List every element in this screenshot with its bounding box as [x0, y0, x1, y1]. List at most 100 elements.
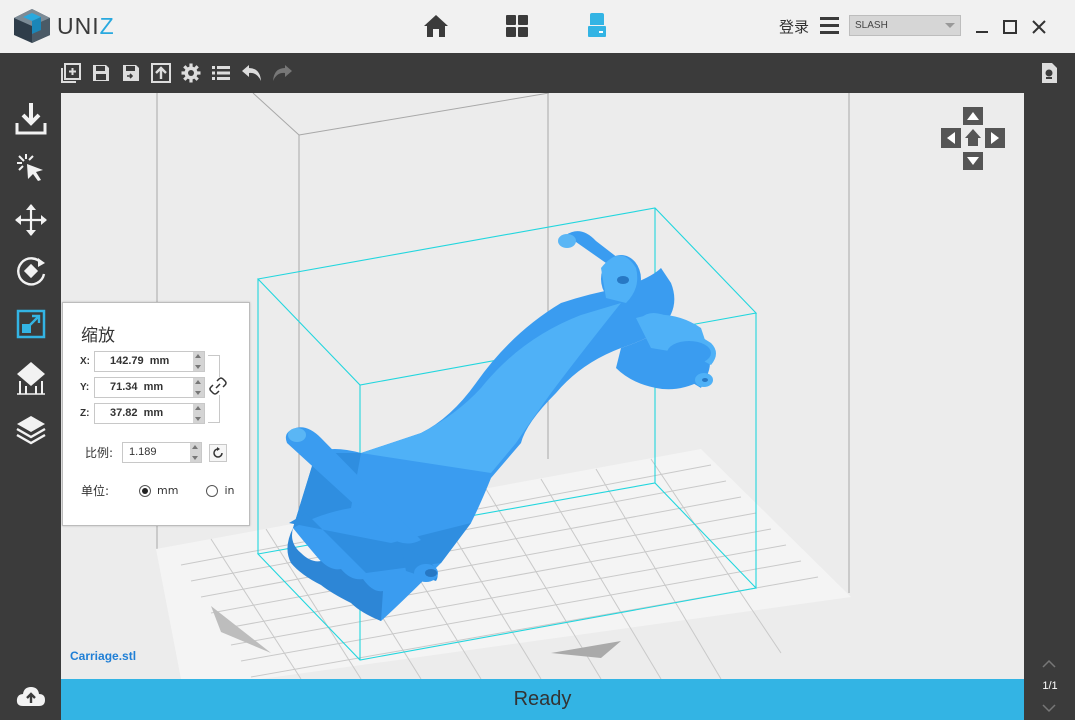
scale-y-row: Y: 71.34 mm	[80, 377, 205, 398]
scale-panel-title: 缩放	[81, 326, 115, 346]
reset-scale-button[interactable]	[209, 444, 227, 462]
printer-select-value: SLASH	[855, 20, 888, 31]
chain-link-icon	[209, 377, 227, 395]
scale-ratio-row: 比例: 1.189	[85, 442, 202, 463]
scale-x-row: X: 142.79 mm	[80, 351, 205, 372]
status-bar: Ready	[61, 679, 1024, 720]
logo-text-accent: Z	[99, 12, 115, 39]
scale-x-value: 142.79 mm	[110, 355, 170, 367]
select-button[interactable]	[12, 149, 50, 187]
file-info-icon	[1042, 63, 1057, 83]
maximize-button[interactable]	[1002, 19, 1018, 35]
scale-z-value: 37.82 mm	[110, 407, 164, 419]
move-button[interactable]	[12, 201, 50, 239]
reset-icon	[213, 447, 223, 458]
cloud-upload-icon	[16, 687, 45, 706]
status-text: Ready	[513, 688, 572, 710]
import-icon	[15, 103, 47, 135]
chevron-down-icon	[945, 23, 955, 28]
grid-icon	[506, 15, 528, 37]
import-button[interactable]	[12, 99, 50, 137]
gear-icon	[181, 63, 201, 83]
save-as-button[interactable]	[120, 62, 142, 84]
scale-ratio-value: 1.189	[129, 446, 157, 458]
unit-mm-label: mm	[157, 484, 179, 497]
cube-logo-icon	[14, 9, 50, 43]
unit-row: 单位: mm in	[81, 482, 234, 499]
unit-in-label: in	[224, 484, 235, 497]
minimize-icon	[976, 31, 988, 33]
add-file-button[interactable]	[60, 62, 82, 84]
scale-z-row: Z: 37.82 mm	[80, 403, 205, 424]
add-file-icon	[61, 63, 81, 83]
layers-icon	[16, 416, 46, 445]
chevron-up-icon[interactable]	[1042, 659, 1056, 668]
view-navigator[interactable]	[940, 106, 1006, 172]
model-list-button[interactable]	[210, 62, 232, 84]
uniz-logo: UNIZ	[12, 8, 115, 44]
model-filename: Carriage.stl	[70, 649, 137, 663]
chevron-down-icon[interactable]	[1042, 704, 1056, 713]
save-button[interactable]	[90, 62, 112, 84]
scale-ratio-input[interactable]: 1.189	[122, 442, 202, 463]
scale-panel: 缩放 X: 142.79 mm Y: 71.34 mm Z: 37.82 mm …	[62, 302, 250, 526]
rotate-button[interactable]	[12, 252, 50, 290]
home-icon	[424, 15, 448, 37]
move-icon	[15, 204, 47, 236]
view-home-icon	[965, 129, 981, 146]
left-tool-column	[0, 93, 61, 720]
lock-ratio-button[interactable]	[209, 377, 227, 395]
close-button[interactable]	[1031, 19, 1047, 35]
scale-icon	[16, 309, 46, 339]
scale-x-stepper[interactable]	[193, 352, 204, 371]
support-button[interactable]	[12, 359, 50, 397]
close-icon	[1032, 20, 1046, 34]
hamburger-icon	[820, 17, 839, 34]
scale-x-input[interactable]: 142.79 mm	[94, 351, 205, 372]
scale-ratio-stepper[interactable]	[190, 443, 201, 462]
scale-y-label: Y:	[80, 382, 90, 393]
printer-icon	[588, 13, 606, 37]
scale-x-label: X:	[80, 356, 90, 367]
scale-y-value: 71.34 mm	[110, 381, 164, 393]
scale-ratio-label: 比例:	[85, 446, 114, 460]
redo-button[interactable]	[271, 62, 293, 84]
rotate-icon	[17, 257, 46, 286]
settings-button[interactable]	[180, 62, 202, 84]
nav-printer-button[interactable]	[583, 12, 611, 40]
logo-text: UNIZ	[57, 12, 115, 39]
undo-button[interactable]	[241, 62, 263, 84]
scale-y-stepper[interactable]	[193, 378, 204, 397]
scale-z-label: Z:	[80, 408, 90, 419]
support-icon	[17, 362, 45, 395]
toolbar	[0, 53, 1075, 93]
title-bar: UNIZ 登录 SLASH	[0, 0, 1075, 53]
menu-button[interactable]	[820, 16, 839, 35]
select-icon	[17, 154, 43, 181]
right-column: 1/1	[1024, 93, 1075, 720]
redo-icon	[273, 65, 292, 81]
printer-select[interactable]: SLASH	[849, 15, 961, 36]
model-info-button[interactable]	[1038, 62, 1060, 84]
scale-button[interactable]	[12, 305, 50, 343]
login-link[interactable]: 登录	[779, 16, 809, 37]
save-icon	[93, 65, 109, 81]
unit-mm-radio[interactable]	[139, 484, 151, 497]
undo-icon	[242, 65, 261, 81]
nav-grid-button[interactable]	[503, 12, 531, 40]
page-indicator: 1/1	[1042, 680, 1058, 692]
maximize-icon	[1003, 20, 1017, 34]
save-as-icon	[123, 65, 139, 81]
scale-y-input[interactable]: 71.34 mm	[94, 377, 205, 398]
unit-label: 单位:	[81, 484, 110, 498]
unit-in-radio[interactable]	[206, 484, 219, 497]
list-icon	[212, 66, 230, 80]
minimize-button[interactable]	[974, 19, 990, 35]
upload-button[interactable]	[12, 677, 50, 715]
export-icon	[151, 63, 171, 83]
slice-layers-button[interactable]	[12, 411, 50, 449]
scale-z-stepper[interactable]	[193, 404, 204, 423]
export-button[interactable]	[150, 62, 172, 84]
scale-z-input[interactable]: 37.82 mm	[94, 403, 205, 424]
nav-home-button[interactable]	[422, 12, 450, 40]
